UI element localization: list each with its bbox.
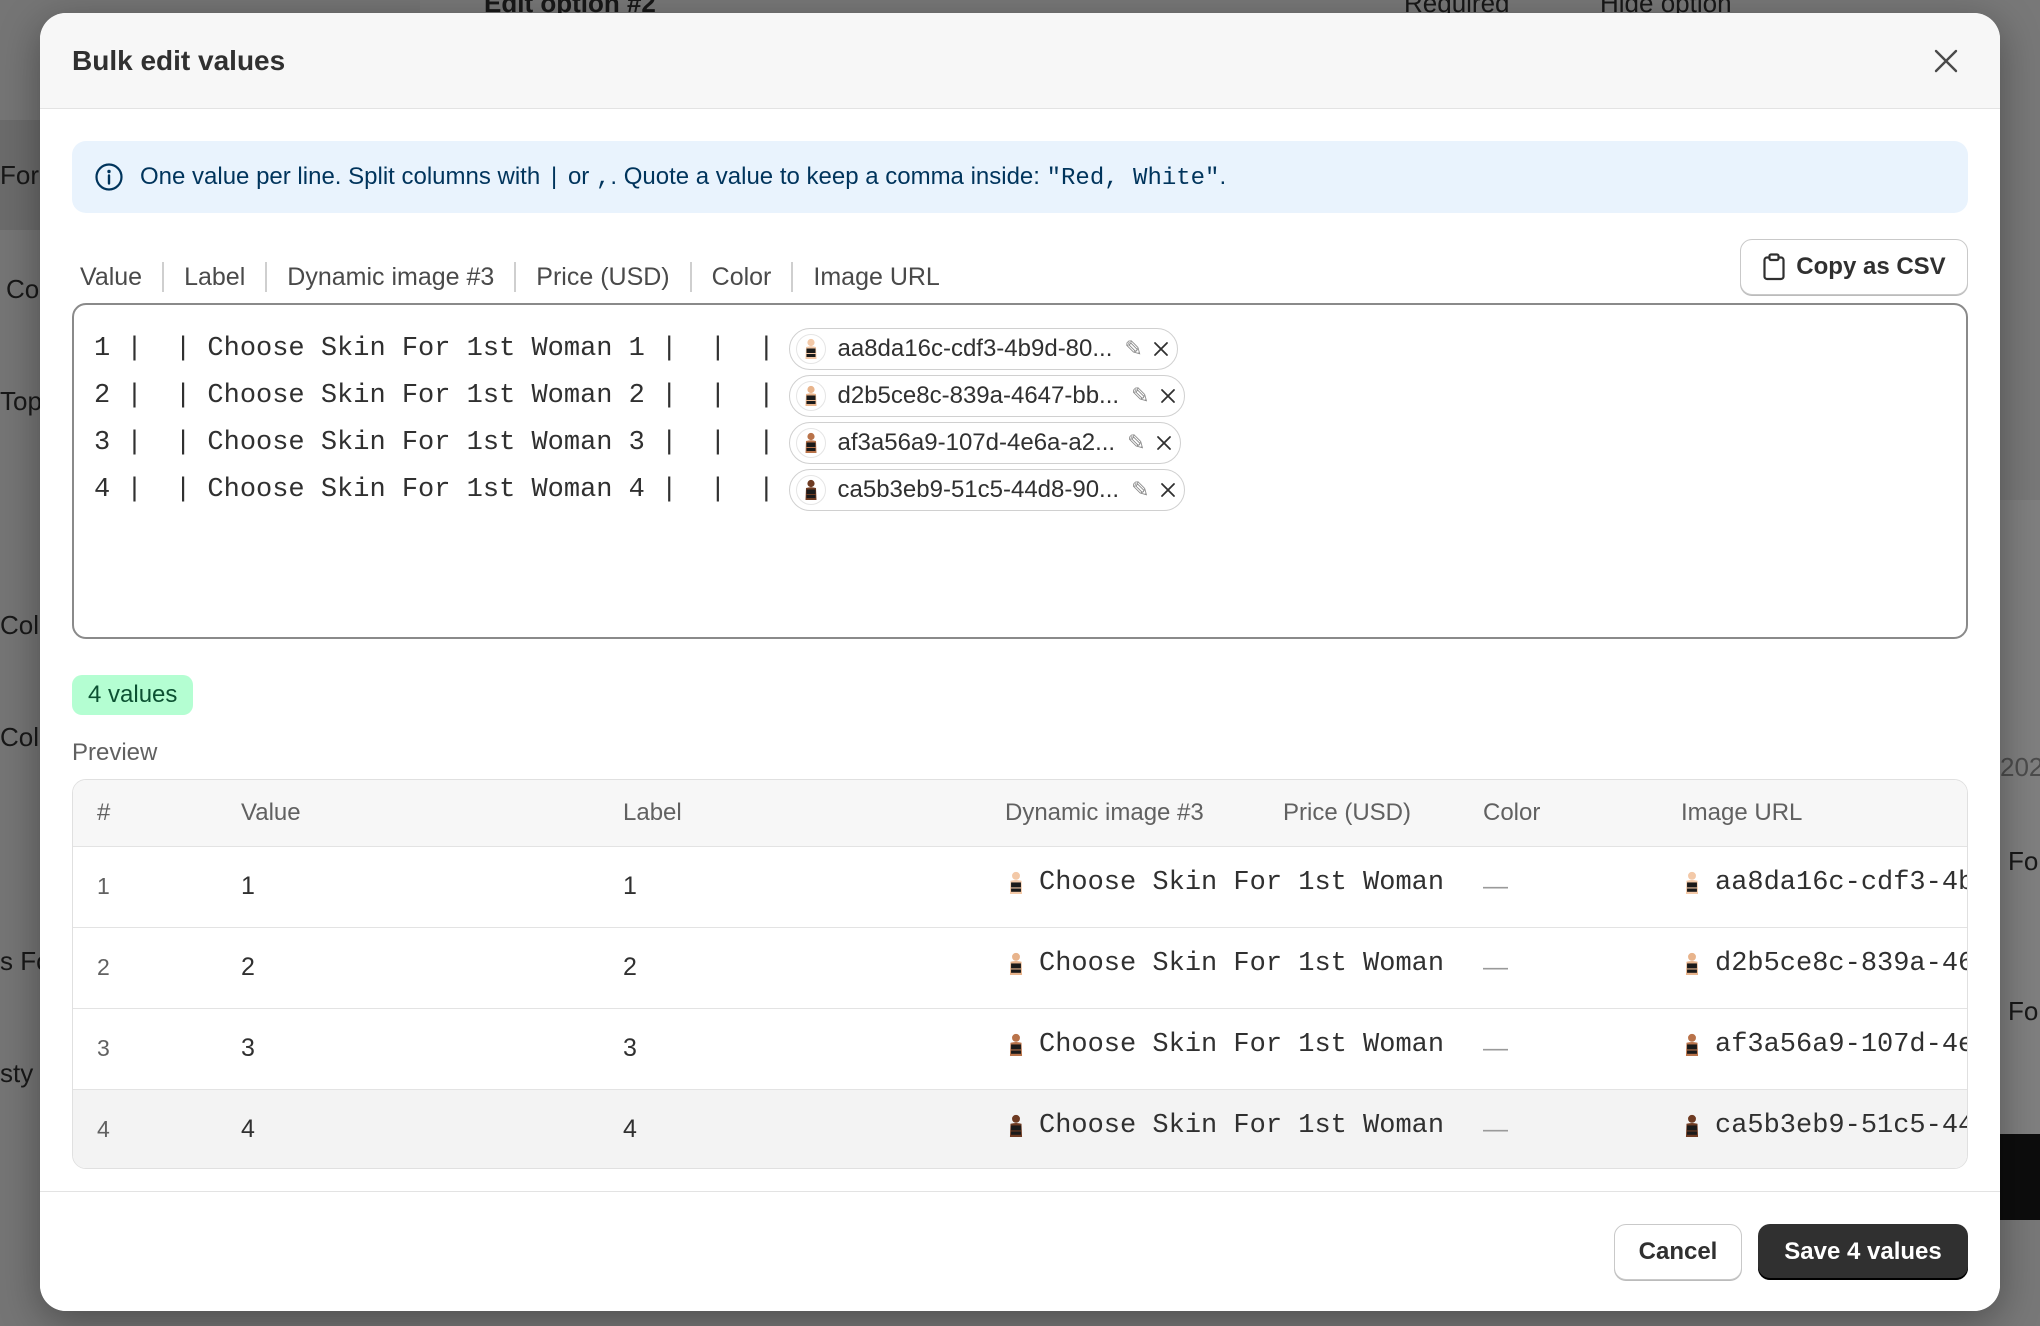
image-url-chip[interactable]: af3a56a9-107d-4e6a-a2... ✎ [788, 421, 1181, 464]
row-image-url: ca5b3eb9-51c5-44 [1657, 1089, 1967, 1168]
cancel-button[interactable]: Cancel [1614, 1224, 1742, 1280]
row-color: — [1483, 1115, 1508, 1144]
remove-icon[interactable] [1160, 388, 1176, 404]
bulk-edit-modal: Bulk edit values One value per line. Spl… [40, 13, 2000, 1311]
row-label: 1 [623, 872, 637, 900]
info-icon [95, 163, 123, 191]
editor-line-text: 3 | | Choose Skin For 1st Woman 3 | | | [94, 427, 775, 458]
image-thumbnail [795, 474, 826, 505]
editor-line[interactable]: 3 | | Choose Skin For 1st Woman 3 | | | … [94, 419, 1946, 466]
row-index: 4 [97, 1116, 110, 1143]
preview-header-price: Price (USD) [1259, 780, 1459, 847]
image-thumbnail [1009, 1114, 1023, 1137]
column-header-image-url: Image URL [791, 262, 959, 292]
image-thumbnail [1009, 1033, 1023, 1056]
save-values-button[interactable]: Save 4 values [1758, 1224, 1968, 1280]
table-row: 2 2 2 Choose Skin For 1st Woman 2 — d2b5… [73, 927, 1967, 1008]
bulk-values-editor[interactable]: 1 | | Choose Skin For 1st Woman 1 | | | … [72, 303, 1968, 639]
remove-icon[interactable] [1160, 482, 1176, 498]
column-headers: Value Label Dynamic image #3 Price (USD)… [80, 249, 960, 305]
preview-header-index: # [73, 780, 217, 847]
row-index: 1 [97, 873, 110, 899]
row-value: 2 [241, 953, 255, 981]
image-thumbnail [1685, 952, 1699, 975]
editor-line[interactable]: 1 | | Choose Skin For 1st Woman 1 | | | … [94, 325, 1946, 372]
row-dynamic-image: Choose Skin For 1st Woman 2 [981, 927, 1459, 1008]
row-value: 3 [241, 1034, 255, 1062]
image-url-chip-label: ca5b3eb9-51c5-44d8-90... [837, 475, 1120, 503]
row-label: 4 [623, 1115, 637, 1144]
preview-header-image-url: Image URL [1657, 780, 1967, 847]
remove-icon[interactable] [1156, 435, 1172, 451]
image-thumbnail [1685, 1114, 1699, 1137]
pencil-icon[interactable]: ✎ [1131, 383, 1149, 409]
preview-label: Preview [72, 739, 158, 766]
info-banner: One value per line. Split columns with |… [72, 141, 1968, 213]
table-row: 4 4 4 Choose Skin For 1st Woman 4 — ca5b… [73, 1089, 1967, 1168]
row-image-url: aa8da16c-cdf3-4b [1657, 846, 1967, 927]
image-url-chip[interactable]: d2b5ce8c-839a-4647-bb... ✎ [788, 374, 1185, 417]
row-value: 4 [241, 1115, 255, 1144]
row-dynamic-image: Choose Skin For 1st Woman 4 [981, 1089, 1459, 1168]
row-dynamic-image: Choose Skin For 1st Woman 1 [981, 846, 1459, 927]
image-url-chip-label: af3a56a9-107d-4e6a-a2... [837, 428, 1116, 456]
copy-as-csv-label: Copy as CSV [1796, 253, 1946, 280]
clipboard-icon [1763, 253, 1785, 281]
close-button[interactable] [1924, 39, 1968, 83]
table-row: 1 1 1 Choose Skin For 1st Woman 1 — aa8d… [73, 846, 1967, 927]
image-url-chip-label: aa8da16c-cdf3-4b9d-80... [837, 334, 1113, 362]
row-label: 3 [623, 1034, 637, 1062]
modal-title: Bulk edit values [72, 44, 286, 76]
modal-footer: Cancel Save 4 values [40, 1191, 2000, 1311]
image-url-chip[interactable]: ca5b3eb9-51c5-44d8-90... ✎ [788, 468, 1185, 511]
image-thumbnail [1009, 952, 1023, 975]
pencil-icon[interactable]: ✎ [1127, 430, 1145, 456]
row-label: 2 [623, 953, 637, 981]
image-thumbnail [1685, 1033, 1699, 1056]
preview-header-dynamic-image: Dynamic image #3 [981, 780, 1259, 847]
row-color: — [1483, 872, 1508, 900]
row-index: 2 [97, 954, 110, 980]
table-row: 3 3 3 Choose Skin For 1st Woman 3 — af3a… [73, 1008, 1967, 1089]
row-index: 3 [97, 1035, 110, 1061]
remove-icon[interactable] [1153, 341, 1169, 357]
editor-line[interactable]: 4 | | Choose Skin For 1st Woman 4 | | | … [94, 466, 1946, 513]
column-header-label: Label [162, 262, 265, 292]
editor-line-text: 2 | | Choose Skin For 1st Woman 2 | | | [94, 380, 775, 411]
row-color: — [1483, 953, 1508, 981]
column-header-price: Price (USD) [514, 262, 689, 292]
preview-header-row: # Value Label Dynamic image #3 Price (US… [73, 780, 1967, 847]
copy-as-csv-button[interactable]: Copy as CSV [1740, 239, 1968, 295]
image-thumbnail [1009, 871, 1023, 894]
preview-header-value: Value [217, 780, 599, 847]
image-thumbnail [795, 427, 826, 458]
row-image-url: af3a56a9-107d-4e [1657, 1008, 1967, 1089]
preview-header-label: Label [599, 780, 981, 847]
modal-header: Bulk edit values [40, 13, 2000, 109]
pencil-icon[interactable]: ✎ [1124, 336, 1142, 362]
column-header-dynamic-image: Dynamic image #3 [265, 262, 514, 292]
row-dynamic-image: Choose Skin For 1st Woman 3 [981, 1008, 1459, 1089]
column-header-color: Color [689, 262, 792, 292]
preview-header-color: Color [1459, 780, 1657, 847]
editor-line[interactable]: 2 | | Choose Skin For 1st Woman 2 | | | … [94, 372, 1946, 419]
info-banner-text: One value per line. Split columns with |… [140, 162, 1227, 192]
row-color: — [1483, 1034, 1508, 1062]
image-thumbnail [795, 333, 826, 364]
close-icon [1934, 49, 1958, 72]
image-thumbnail [1685, 871, 1699, 894]
image-url-chip-label: d2b5ce8c-839a-4647-bb... [837, 381, 1120, 409]
values-count-badge: 4 values [72, 675, 194, 715]
row-image-url: d2b5ce8c-839a-46 [1657, 927, 1967, 1008]
editor-line-text: 4 | | Choose Skin For 1st Woman 4 | | | [94, 474, 775, 505]
preview-table: # Value Label Dynamic image #3 Price (US… [72, 779, 1968, 1169]
pencil-icon[interactable]: ✎ [1131, 477, 1149, 503]
image-url-chip[interactable]: aa8da16c-cdf3-4b9d-80... ✎ [788, 327, 1178, 370]
editor-line-text: 1 | | Choose Skin For 1st Woman 1 | | | [94, 333, 775, 364]
row-value: 1 [241, 872, 255, 900]
column-header-value: Value [80, 263, 143, 291]
image-thumbnail [795, 380, 826, 411]
